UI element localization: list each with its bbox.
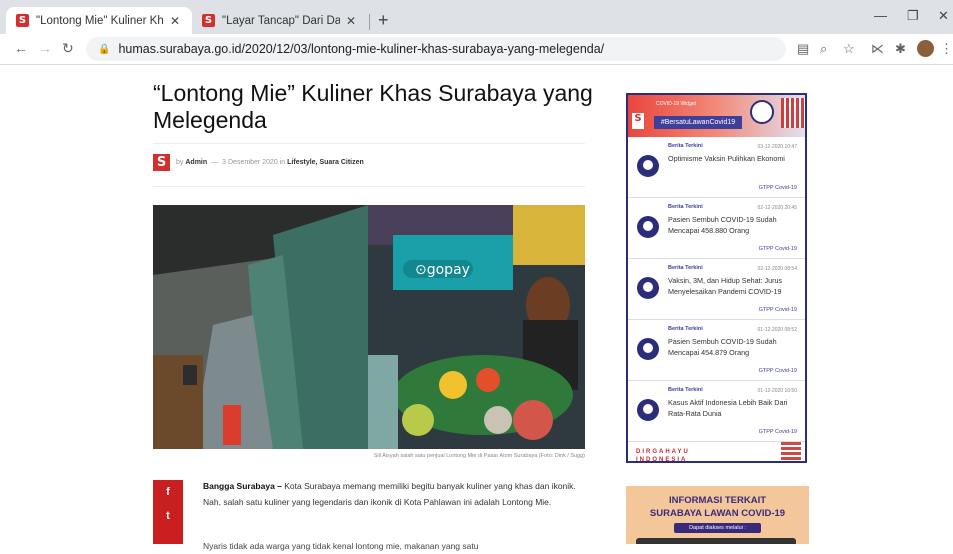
widget-news-item[interactable]: Berita Terkini 02-12-2020 20:45 Pasien S… [628, 198, 805, 259]
author-prefix: by [176, 159, 184, 166]
qr-code-icon [781, 98, 805, 128]
gugus-tugas-emblem-icon [750, 100, 774, 124]
back-arrow-icon[interactable]: ← [14, 40, 28, 56]
widget-news-item[interactable]: Berita Terkini 01-12-2020 16:50 Kasus Ak… [628, 381, 805, 442]
lock-icon: 🔒 [98, 43, 111, 55]
lead-bold: Bangga Surabaya – [203, 481, 282, 491]
widget-logo-icon: S [632, 113, 644, 129]
forward-arrow-icon[interactable]: → [38, 40, 52, 56]
puzzle-extensions-icon[interactable]: ✱ [895, 41, 906, 57]
address-bar[interactable]: 🔒 humas.surabaya.go.id/2020/12/03/lonton… [86, 37, 786, 61]
news-source: GTPP Covid-19 [758, 185, 797, 191]
news-headline[interactable]: Pasien Sembuh COVID-19 Sudah Mencapai 45… [668, 336, 798, 358]
twitter-share-icon[interactable]: t [153, 510, 183, 528]
footer-pattern-icon [781, 442, 801, 461]
widget-news-item[interactable]: Berita Terkini 03-12-2020 10:47 Optimism… [628, 137, 805, 198]
news-emblem-icon [637, 277, 659, 299]
news-headline[interactable]: Pasien Sembuh COVID-19 Sudah Mencapai 45… [668, 214, 798, 236]
site-favicon-icon: S [16, 14, 29, 27]
article-photo: ⊙gopay [153, 205, 585, 449]
widget-top-label: COVID-19 Widget [656, 101, 697, 107]
tab-separator [369, 14, 370, 30]
extension-icon[interactable]: ⋉ [871, 41, 884, 57]
news-emblem-icon [637, 338, 659, 360]
zoom-icon[interactable]: ⌕ [820, 41, 827, 57]
divider [153, 143, 585, 144]
widget-news-item[interactable]: Berita Terkini 01-12-2020 08:52 Pasien S… [628, 320, 805, 381]
translate-icon[interactable]: ▤ [797, 41, 809, 57]
dirgahayu-label: DIRGAHAYU INDONESIA [636, 448, 690, 463]
article-lead-paragraph: Bangga Surabaya – Kota Surabaya memang m… [203, 478, 591, 510]
share-bar: f t [153, 480, 183, 544]
market-photo-illustration: ⊙gopay [153, 205, 585, 449]
news-date: 03-12-2020 10:47 [757, 144, 797, 150]
banner-link-bar [636, 538, 796, 544]
tab-title: "Layar Tancap" Dari Dalam Mobil [222, 14, 340, 27]
covid-info-banner[interactable]: INFORMASI TERKAIT SURABAYA LAWAN COVID-1… [626, 486, 809, 544]
photo-caption: Sili Aisyah salah satu penjual Lontong M… [373, 453, 585, 459]
news-emblem-icon [637, 216, 659, 238]
widget-header: COVID-19 Widget S #BersatuLawanCovid19 [628, 95, 805, 137]
banner-line1: INFORMASI TERKAIT [668, 495, 767, 506]
tab-close-icon[interactable]: ✕ [170, 14, 180, 28]
news-date: 01-12-2020 16:50 [757, 388, 797, 394]
news-emblem-icon [637, 399, 659, 421]
bookmark-star-icon[interactable]: ☆ [843, 41, 855, 57]
maximize-button[interactable]: ❐ [907, 8, 919, 24]
article-title: “Lontong Mie” Kuliner Khas Surabaya yang… [153, 80, 593, 133]
article-second-paragraph: Nyaris tidak ada warga yang tidak kenal … [203, 541, 479, 551]
news-source: GTPP Covid-19 [758, 368, 797, 374]
news-source: GTPP Covid-19 [758, 307, 797, 313]
news-headline[interactable]: Kasus Aktif Indonesia Lebih Baik Dari Ra… [668, 397, 798, 419]
news-category: Berita Terkini [668, 143, 703, 149]
minimize-button[interactable]: — [874, 8, 887, 23]
url-text: humas.surabaya.go.id/2020/12/03/lontong-… [118, 42, 605, 56]
close-window-button[interactable]: ✕ [938, 8, 949, 24]
news-headline[interactable]: Optimisme Vaksin Pulihkan Ekonomi [668, 153, 798, 164]
new-tab-button[interactable]: + [378, 10, 389, 31]
profile-avatar[interactable] [917, 40, 934, 57]
news-date: 01-12-2020 08:52 [757, 327, 797, 333]
article-meta: S by Admin — 3 Desember 2020 in Lifestyl… [153, 154, 364, 171]
site-favicon-icon: S [202, 14, 215, 27]
category-prefix: in [279, 159, 286, 166]
menu-kebab-icon[interactable]: ⋮ [940, 41, 953, 57]
news-date: 02-12-2020 08:54 [757, 266, 797, 272]
category-links[interactable]: Lifestyle, Suara Citizen [287, 159, 364, 166]
news-emblem-icon [637, 155, 659, 177]
article-date: 3 Desember 2020 [222, 159, 278, 166]
tab-close-icon[interactable]: ✕ [346, 14, 356, 28]
facebook-share-icon[interactable]: f [153, 486, 183, 504]
author-link[interactable]: Admin [185, 159, 207, 166]
news-source: GTPP Covid-19 [758, 429, 797, 435]
dirgahayu-line2: INDONESIA [636, 457, 688, 463]
tab-lontong-mie[interactable]: S "Lontong Mie" Kuliner Khas Surab ✕ [6, 7, 192, 34]
widget-footer: DIRGAHAYU INDONESIA [628, 442, 805, 463]
news-headline[interactable]: Vaksin, 3M, dan Hidup Sehat: Jurus Menye… [668, 275, 798, 297]
dirgahayu-line1: DIRGAHAYU [636, 449, 690, 455]
divider [153, 186, 585, 187]
news-category: Berita Terkini [668, 204, 703, 210]
news-source: GTPP Covid-19 [758, 246, 797, 252]
widget-hashtag[interactable]: #BersatuLawanCovid19 [654, 116, 742, 129]
browser-toolbar: ← → ↻ 🔒 humas.surabaya.go.id/2020/12/03/… [0, 34, 953, 65]
news-category: Berita Terkini [668, 326, 703, 332]
meta-separator: — [211, 159, 219, 166]
widget-news-item[interactable]: Berita Terkini 02-12-2020 08:54 Vaksin, … [628, 259, 805, 320]
tab-title: "Lontong Mie" Kuliner Khas Surab [36, 14, 164, 27]
banner-line2: SURABAYA LAWAN COVID-19 [649, 508, 786, 519]
news-date: 02-12-2020 20:45 [757, 205, 797, 211]
tab-strip: S "Lontong Mie" Kuliner Khas Surab ✕ S "… [0, 0, 953, 34]
author-logo-icon: S [153, 154, 170, 171]
svg-text:⊙gopay: ⊙gopay [415, 262, 470, 278]
reload-icon[interactable]: ↻ [62, 40, 74, 57]
tab-layar-tancap[interactable]: S "Layar Tancap" Dari Dalam Mobil ✕ [192, 7, 368, 34]
covid-widget: COVID-19 Widget S #BersatuLawanCovid19 B… [626, 93, 807, 463]
news-category: Berita Terkini [668, 387, 703, 393]
news-category: Berita Terkini [668, 265, 703, 271]
banner-pill: Dapat diakses melalui : [674, 523, 761, 533]
